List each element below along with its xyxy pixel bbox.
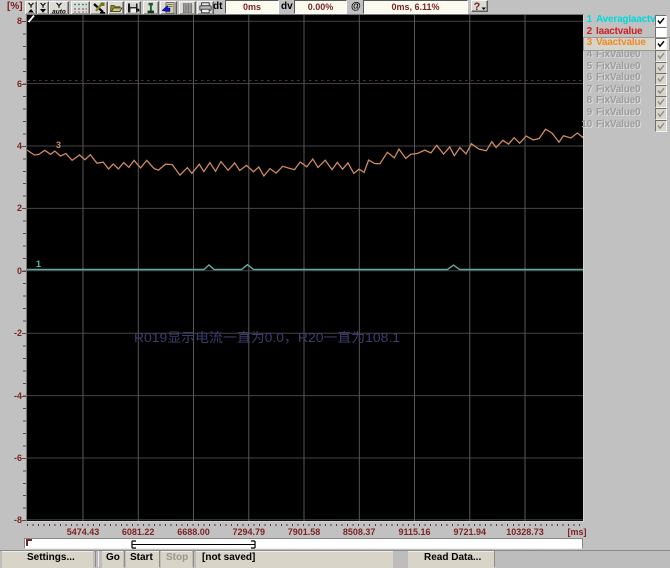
svg-text:3: 3 xyxy=(56,140,61,150)
svg-text:R019显示电流一直为0.0，R20一直为108.1: R019显示电流一直为0.0，R20一直为108.1 xyxy=(134,330,400,345)
svg-text:1: 1 xyxy=(36,259,41,269)
svg-text:?: ? xyxy=(474,1,481,11)
